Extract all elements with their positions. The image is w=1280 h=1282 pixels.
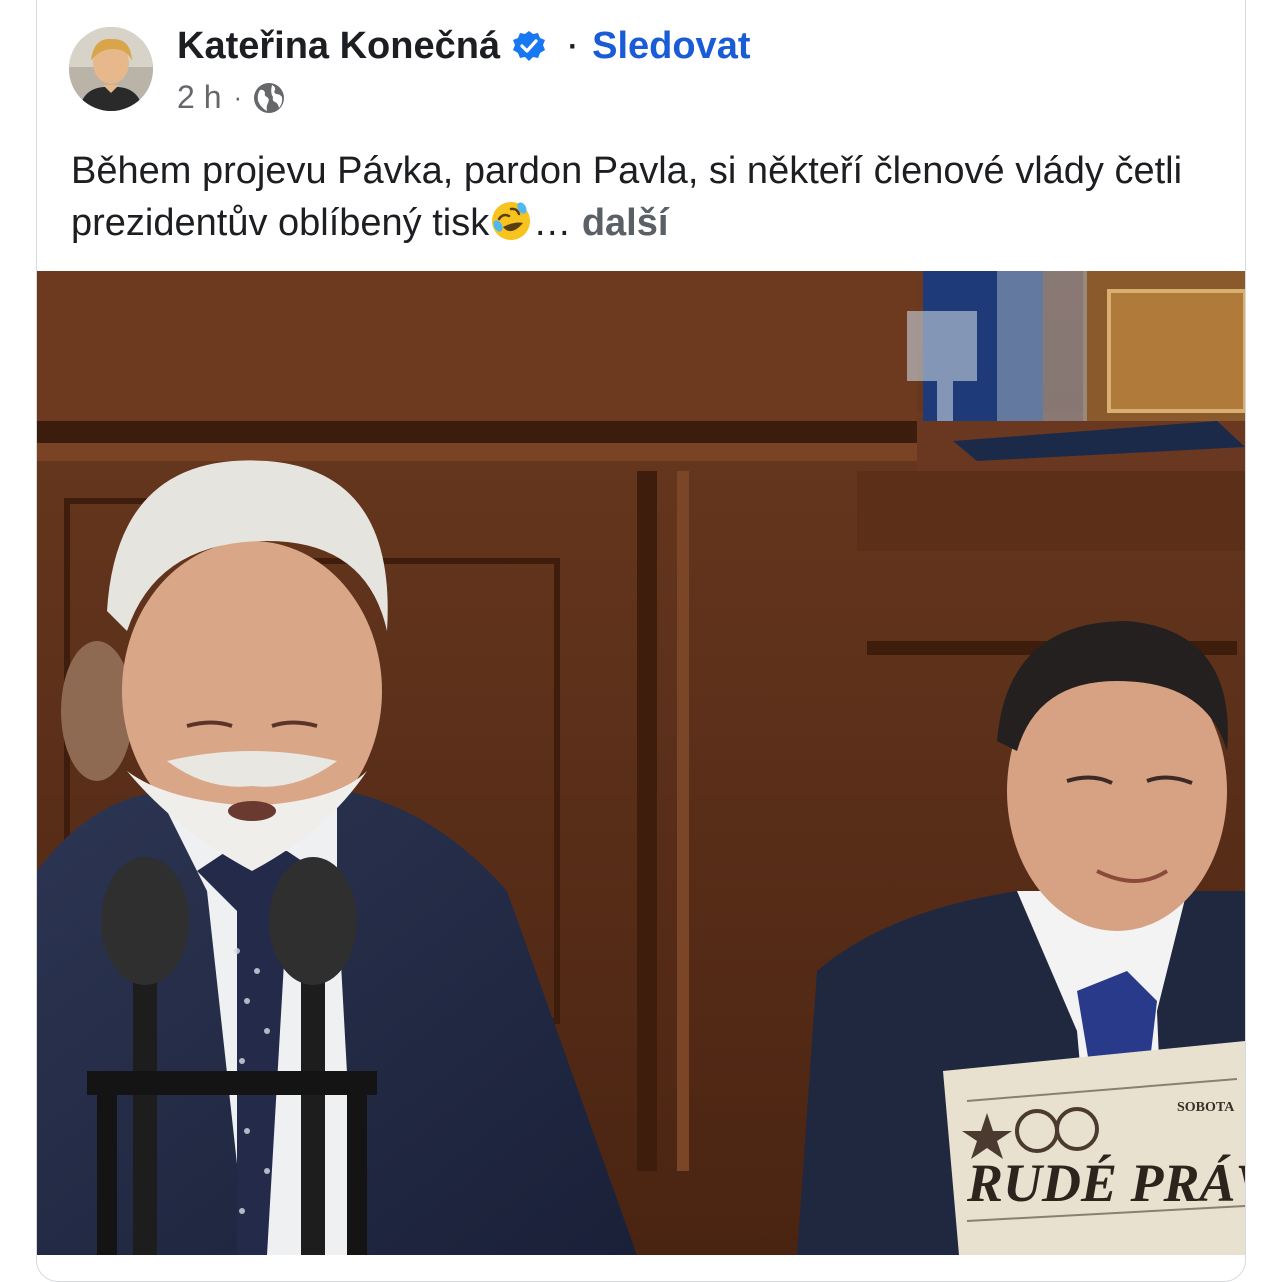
newspaper-corner-text: SOBOTA: [1177, 1100, 1235, 1115]
globe-icon[interactable]: [252, 81, 286, 115]
meta-separator: ·: [233, 82, 243, 112]
newspaper-title: RUDÉ PRÁVO: [966, 1153, 1245, 1213]
header-separator: ·: [568, 29, 579, 63]
follow-button[interactable]: Sledovat: [592, 25, 750, 68]
verified-badge-icon: [512, 30, 546, 64]
post-header-line: Kateřina Konečná · Sledovat: [177, 25, 750, 68]
post-text: Během projevu Pávka, pardon Pavla, si ně…: [71, 145, 1211, 249]
post-timestamp[interactable]: 2 h: [177, 79, 221, 116]
text-ellipsis: …: [533, 202, 572, 244]
see-more-link[interactable]: další: [582, 202, 669, 244]
rolling-on-floor-laughing-emoji: [489, 199, 533, 243]
post-photo[interactable]: SOBOTA RUDÉ PRÁVO: [37, 271, 1245, 1255]
post-meta: 2 h ·: [177, 79, 286, 116]
author-name[interactable]: Kateřina Konečná: [177, 25, 500, 68]
post-card: Kateřina Konečná · Sledovat 2 h · Během …: [36, 0, 1246, 1282]
author-avatar[interactable]: [69, 27, 153, 111]
